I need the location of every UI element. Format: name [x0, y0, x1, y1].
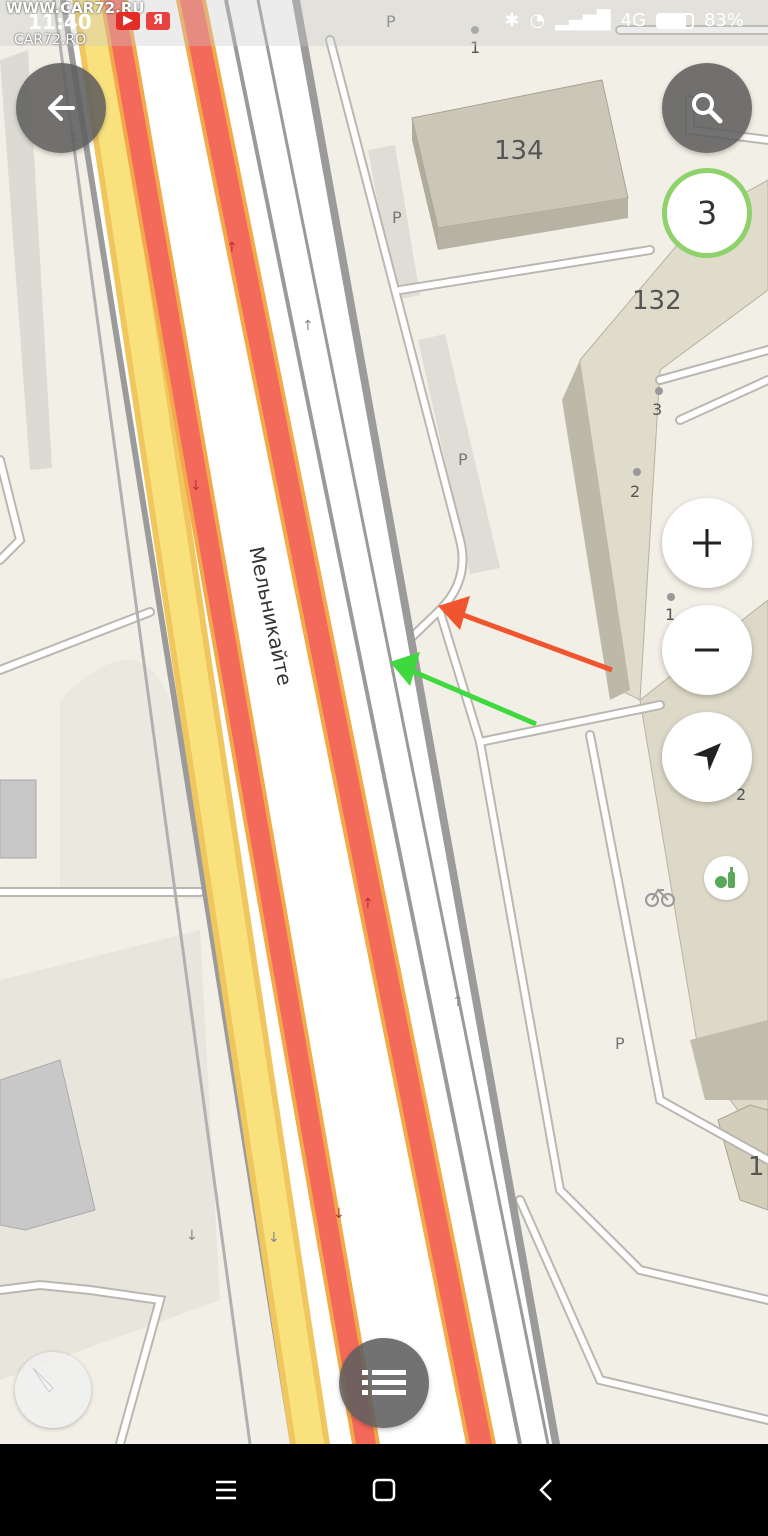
square-icon — [372, 1478, 396, 1502]
svg-text:↑: ↑ — [452, 994, 464, 1010]
svg-text:↑: ↑ — [362, 896, 374, 912]
chevron-left-icon — [539, 1479, 552, 1501]
svg-text:↑: ↑ — [302, 318, 314, 334]
zoom-out-button[interactable] — [662, 605, 752, 695]
back-button[interactable] — [16, 63, 106, 153]
bottle-icon — [715, 867, 735, 888]
home-button[interactable] — [360, 1466, 408, 1514]
building-label-134: 134 — [494, 136, 544, 166]
house-number: 2 — [630, 482, 641, 501]
arrow-left-icon — [48, 95, 75, 121]
alarm-icon: ◔ — [529, 10, 546, 31]
menu-lines-icon — [216, 1480, 236, 1500]
svg-text:↓: ↓ — [186, 1228, 198, 1244]
search-icon — [692, 93, 723, 124]
parking-label: P — [615, 1034, 625, 1053]
search-button[interactable] — [662, 63, 752, 153]
map-canvas[interactable]: ↑ ↓ ↑ ↓ ↑ ↑ ↓ ↓ ↓ — [0, 0, 768, 1444]
svg-text:↑: ↑ — [226, 240, 238, 256]
plus-icon — [693, 529, 721, 557]
compass-button[interactable] — [15, 1352, 91, 1428]
building-label-132: 132 — [632, 286, 682, 316]
navigation-arrow-icon — [693, 743, 721, 771]
compass-icon — [32, 1367, 73, 1408]
network-type: 4G — [620, 10, 646, 31]
watermark-logo: CAR72.RO — [14, 32, 87, 48]
layers-counter[interactable]: 3 — [662, 168, 752, 258]
back-nav-button[interactable] — [522, 1466, 570, 1514]
parking-label: P — [392, 208, 402, 227]
zoom-in-button[interactable] — [662, 498, 752, 588]
svg-text:↓: ↓ — [268, 1230, 280, 1246]
recents-button[interactable] — [202, 1466, 250, 1514]
bluetooth-icon: ✱ — [504, 10, 520, 31]
parking-label: P — [458, 450, 468, 469]
store-poi-marker[interactable] — [704, 856, 748, 900]
map-app: ↑ ↓ ↑ ↓ ↑ ↑ ↓ ↓ ↓ — [0, 0, 768, 1536]
list-icon — [362, 1370, 406, 1395]
youtube-icon: ▶ — [116, 12, 140, 30]
svg-text:↓: ↓ — [190, 478, 202, 494]
battery-level: 83% — [703, 10, 744, 31]
status-icons: ✱ ◔ ▂▄▆█ 4G 83% — [504, 10, 744, 31]
battery-icon — [655, 12, 694, 29]
minus-icon — [695, 648, 719, 652]
building-label-partial: 1 — [748, 1152, 765, 1182]
my-location-button[interactable] — [662, 712, 752, 802]
signal-icon: ▂▄▆█ — [555, 10, 611, 31]
status-time: 11:40 — [28, 10, 92, 34]
system-nav-bar — [0, 1444, 768, 1536]
status-bar: WWW.CAR72.RU 11:40 CAR72.RO ▶ Я ✱ ◔ ▂▄▆█… — [0, 0, 768, 48]
menu-list-button[interactable] — [339, 1338, 429, 1428]
yandex-icon: Я — [146, 12, 170, 30]
house-number: 3 — [652, 400, 663, 419]
svg-text:↓: ↓ — [333, 1206, 345, 1222]
